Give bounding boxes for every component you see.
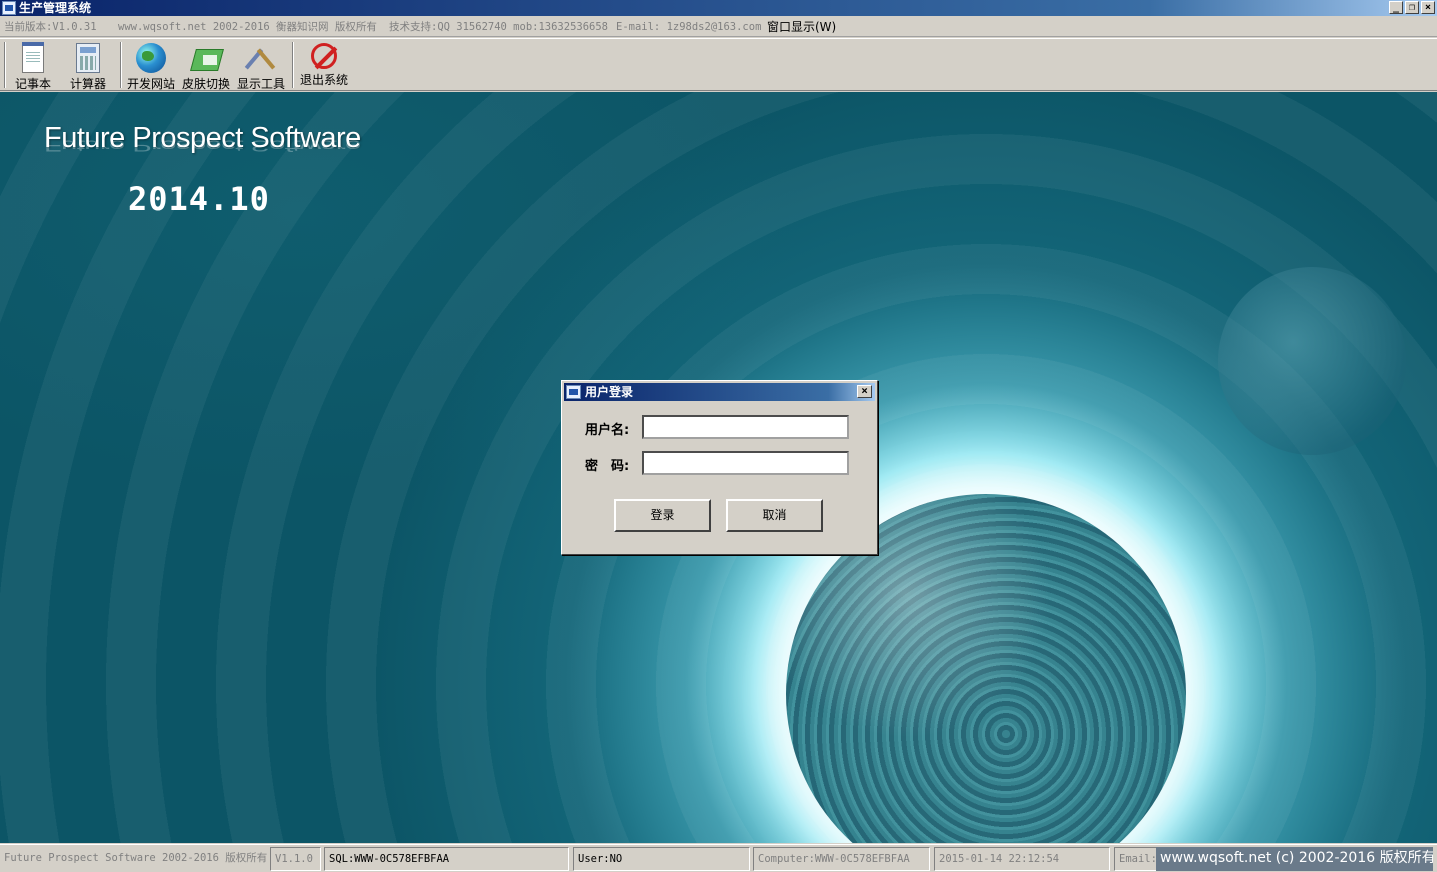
status-email-label: Email: bbox=[1114, 847, 1158, 871]
exit-system-label: 退出系统 bbox=[299, 73, 348, 87]
status-sql: SQL:WWW-0C578EFBFAA bbox=[324, 847, 569, 871]
skin-switch-button[interactable]: 皮肤切换 bbox=[181, 41, 231, 91]
info-bar: 当前版本:V1.0.31 www.wqsoft.net 2002-2016 衡器… bbox=[0, 17, 1437, 37]
display-tools-label: 显示工具 bbox=[236, 77, 285, 91]
globe-icon bbox=[136, 43, 166, 73]
dev-website-label: 开发网站 bbox=[126, 77, 175, 91]
notepad-button[interactable]: 记事本 bbox=[10, 41, 56, 91]
status-site-notice: www.wqsoft.net (c) 2002-2016 版权所有 bbox=[1156, 847, 1433, 871]
support-contact-text: 技术支持:QQ 31562740 mob:13632536658 bbox=[389, 21, 609, 33]
calculator-label: 计算器 bbox=[69, 77, 106, 91]
toolbar-separator bbox=[292, 42, 294, 88]
minimize-button[interactable]: _ bbox=[1389, 1, 1403, 14]
notepad-label: 记事本 bbox=[14, 77, 51, 91]
exit-system-button[interactable]: 退出系统 bbox=[299, 41, 349, 89]
skin-switch-label: 皮肤切换 bbox=[181, 77, 230, 91]
splash-version: 2014.10 bbox=[128, 180, 270, 218]
window-controls: _ ❐ × bbox=[1389, 1, 1435, 14]
toolbar: 记事本 计算器 开发网站 皮肤切换 显示工具 退出系统 bbox=[0, 38, 1437, 91]
brand-reflection: Future Prospect Software bbox=[44, 136, 361, 154]
moon-image bbox=[1218, 267, 1406, 455]
status-bar: Future Prospect Software 2002-2016 版权所有 … bbox=[0, 844, 1437, 872]
status-datetime: 2015-01-14 22:12:54 bbox=[934, 847, 1110, 871]
site-copyright-text: www.wqsoft.net 2002-2016 衡器知识网 版权所有 bbox=[118, 21, 377, 33]
notepad-icon bbox=[22, 42, 44, 73]
tools-icon bbox=[246, 43, 276, 73]
calculator-button[interactable]: 计算器 bbox=[64, 41, 112, 91]
skin-icon bbox=[191, 43, 221, 73]
current-version-text: 当前版本:V1.0.31 bbox=[4, 21, 97, 33]
display-tools-button[interactable]: 显示工具 bbox=[236, 41, 286, 91]
close-window-button[interactable]: × bbox=[1421, 1, 1435, 14]
window-title: 生产管理系统 bbox=[19, 1, 92, 15]
status-version: V1.1.0 bbox=[270, 847, 321, 871]
login-dialog-title-bar[interactable]: 用户登录 × bbox=[564, 383, 875, 401]
login-dialog-title: 用户登录 bbox=[585, 385, 634, 399]
email-text: E-mail: 1z98ds2@163.com bbox=[616, 21, 762, 33]
password-input[interactable] bbox=[642, 451, 849, 475]
exit-icon bbox=[311, 43, 337, 69]
window-display-menu[interactable]: 窗口显示(W) bbox=[767, 17, 836, 37]
title-bar: 生产管理系统 _ ❐ × bbox=[0, 0, 1437, 16]
status-copyright: Future Prospect Software 2002-2016 版权所有 bbox=[4, 852, 268, 864]
restore-button[interactable]: ❐ bbox=[1405, 1, 1419, 14]
cancel-button[interactable]: 取消 bbox=[726, 499, 823, 532]
dialog-app-icon bbox=[566, 385, 581, 399]
dev-website-button[interactable]: 开发网站 bbox=[126, 41, 176, 91]
username-label: 用户名: bbox=[585, 423, 630, 438]
password-label: 密 码: bbox=[585, 459, 630, 474]
dialog-close-button[interactable]: × bbox=[857, 385, 872, 398]
app-icon[interactable] bbox=[2, 1, 16, 15]
calculator-icon bbox=[76, 43, 100, 73]
username-input[interactable] bbox=[642, 415, 849, 439]
toolbar-separator bbox=[120, 42, 122, 88]
toolbar-separator bbox=[4, 42, 6, 88]
login-button[interactable]: 登录 bbox=[614, 499, 711, 532]
status-user: User:NO bbox=[573, 847, 750, 871]
login-dialog: 用户登录 × 用户名: 密 码: 登录 取消 bbox=[561, 380, 878, 555]
status-computer: Computer:WWW-0C578EFBFAA bbox=[753, 847, 930, 871]
